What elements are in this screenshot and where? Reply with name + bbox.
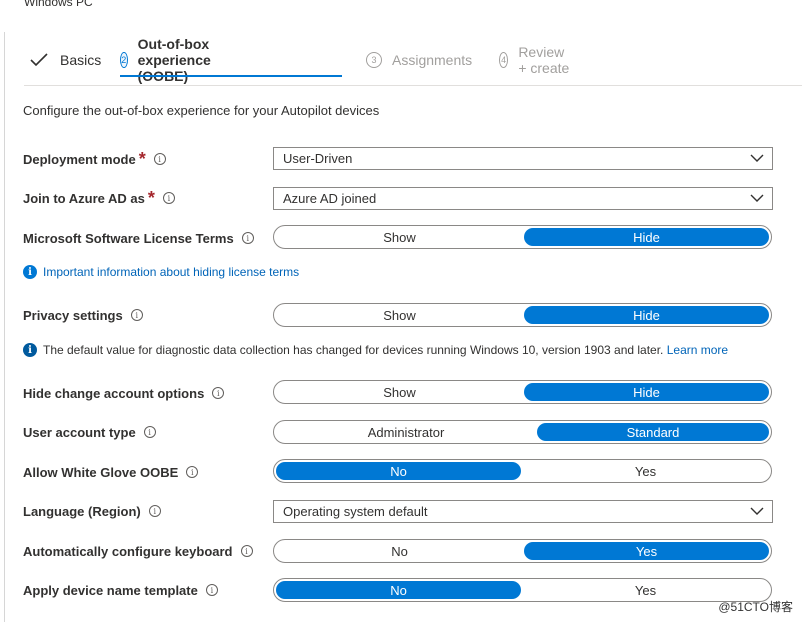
- standard-option[interactable]: Standard: [537, 423, 769, 441]
- info-icon[interactable]: i: [240, 545, 253, 557]
- tab-assignments-label: Assignments: [392, 52, 473, 68]
- white-glove-label: Allow White Glove OOBE i: [23, 462, 199, 482]
- white-glove-no-option[interactable]: No: [276, 462, 521, 480]
- required-asterisk-icon: *: [138, 149, 146, 169]
- learn-more-link[interactable]: Learn more: [667, 343, 728, 357]
- privacy-hide-option[interactable]: Hide: [524, 306, 769, 324]
- info-filled-icon: i: [23, 265, 37, 279]
- step-number-3: 3: [366, 52, 382, 68]
- privacy-show-option[interactable]: Show: [276, 306, 523, 324]
- info-icon[interactable]: i: [162, 192, 175, 204]
- info-icon[interactable]: i: [212, 387, 225, 399]
- license-terms-text: Microsoft Software License Terms: [23, 230, 234, 246]
- info-icon[interactable]: i: [241, 232, 254, 244]
- configure-keyboard-text: Automatically configure keyboard: [23, 543, 233, 559]
- chevron-down-icon: [750, 154, 764, 162]
- license-terms-show-option[interactable]: Show: [276, 228, 523, 246]
- header-separator: [24, 85, 802, 86]
- privacy-settings-toggle[interactable]: Show Hide: [273, 303, 772, 327]
- chevron-down-icon: [750, 507, 764, 515]
- user-account-type-toggle[interactable]: Administrator Standard: [273, 420, 772, 444]
- keyboard-no-option[interactable]: No: [276, 542, 523, 560]
- checkmark-icon: [30, 53, 48, 67]
- active-tab-underline: [120, 75, 342, 77]
- info-icon[interactable]: i: [153, 153, 166, 165]
- tab-basics-label: Basics: [60, 52, 102, 68]
- change-account-hide-option[interactable]: Hide: [524, 383, 769, 401]
- deployment-mode-text: Deployment mode: [23, 151, 136, 167]
- license-terms-hide-option[interactable]: Hide: [524, 228, 769, 246]
- language-region-dropdown[interactable]: Operating system default: [273, 500, 773, 523]
- administrator-option[interactable]: Administrator: [276, 423, 536, 441]
- privacy-settings-label: Privacy settings i: [23, 305, 143, 325]
- privacy-note-text: The default value for diagnostic data co…: [43, 343, 664, 357]
- chevron-down-icon: [750, 194, 764, 202]
- tab-basics[interactable]: Basics: [30, 46, 101, 74]
- license-terms-toggle[interactable]: Show Hide: [273, 225, 772, 249]
- join-azure-label: Join to Azure AD as * i: [23, 188, 175, 208]
- privacy-settings-text: Privacy settings: [23, 307, 123, 323]
- language-region-text: Language (Region): [23, 503, 141, 519]
- step-number-2: 2: [120, 52, 128, 68]
- change-account-show-option[interactable]: Show: [276, 383, 523, 401]
- keyboard-yes-option[interactable]: Yes: [524, 542, 769, 560]
- license-terms-label: Microsoft Software License Terms i: [23, 228, 254, 248]
- join-azure-text: Join to Azure AD as: [23, 190, 145, 206]
- hide-change-account-toggle[interactable]: Show Hide: [273, 380, 772, 404]
- device-name-template-toggle[interactable]: No Yes: [273, 578, 772, 602]
- tab-review-label: Review + create: [518, 44, 570, 76]
- device-name-no-option[interactable]: No: [276, 581, 521, 599]
- info-icon[interactable]: i: [148, 505, 161, 517]
- breadcrumb-device-type: Windows PC: [24, 0, 93, 9]
- watermark-text: @51CTO博客: [718, 600, 793, 614]
- hide-change-account-label: Hide change account options i: [23, 383, 225, 403]
- tab-review-create[interactable]: 4 Review + create: [499, 44, 571, 76]
- intro-text: Configure the out-of-box experience for …: [23, 103, 380, 118]
- language-region-label: Language (Region) i: [23, 501, 161, 521]
- license-info-note: i Important information about hiding lic…: [23, 265, 299, 279]
- join-azure-value: Azure AD joined: [283, 191, 377, 206]
- user-account-type-label: User account type i: [23, 422, 156, 442]
- info-icon[interactable]: i: [130, 309, 143, 321]
- license-info-link[interactable]: Important information about hiding licen…: [43, 265, 299, 279]
- info-icon[interactable]: i: [205, 584, 218, 596]
- left-divider: [4, 32, 5, 622]
- info-filled-icon: i: [23, 343, 37, 357]
- info-icon[interactable]: i: [186, 466, 199, 478]
- join-azure-dropdown[interactable]: Azure AD joined: [273, 187, 773, 210]
- configure-keyboard-label: Automatically configure keyboard i: [23, 541, 253, 561]
- deployment-mode-label: Deployment mode * i: [23, 149, 166, 169]
- white-glove-yes-option[interactable]: Yes: [522, 462, 769, 480]
- info-icon[interactable]: i: [143, 426, 156, 438]
- white-glove-text: Allow White Glove OOBE: [23, 464, 179, 480]
- user-account-type-text: User account type: [23, 424, 136, 440]
- device-name-yes-option[interactable]: Yes: [522, 581, 769, 599]
- device-name-template-label: Apply device name template i: [23, 580, 218, 600]
- tab-oobe[interactable]: 2 Out-of-box experience (OOBE): [120, 36, 219, 84]
- step-number-4: 4: [499, 52, 509, 68]
- tab-assignments[interactable]: 3 Assignments: [366, 46, 472, 74]
- required-asterisk-icon: *: [147, 188, 155, 208]
- white-glove-toggle[interactable]: No Yes: [273, 459, 772, 483]
- device-name-template-text: Apply device name template: [23, 582, 198, 598]
- privacy-info-note: i The default value for diagnostic data …: [23, 343, 728, 357]
- hide-change-account-text: Hide change account options: [23, 385, 205, 401]
- configure-keyboard-toggle[interactable]: No Yes: [273, 539, 772, 563]
- language-region-value: Operating system default: [283, 504, 428, 519]
- deployment-mode-dropdown[interactable]: User-Driven: [273, 147, 773, 170]
- deployment-mode-value: User-Driven: [283, 151, 353, 166]
